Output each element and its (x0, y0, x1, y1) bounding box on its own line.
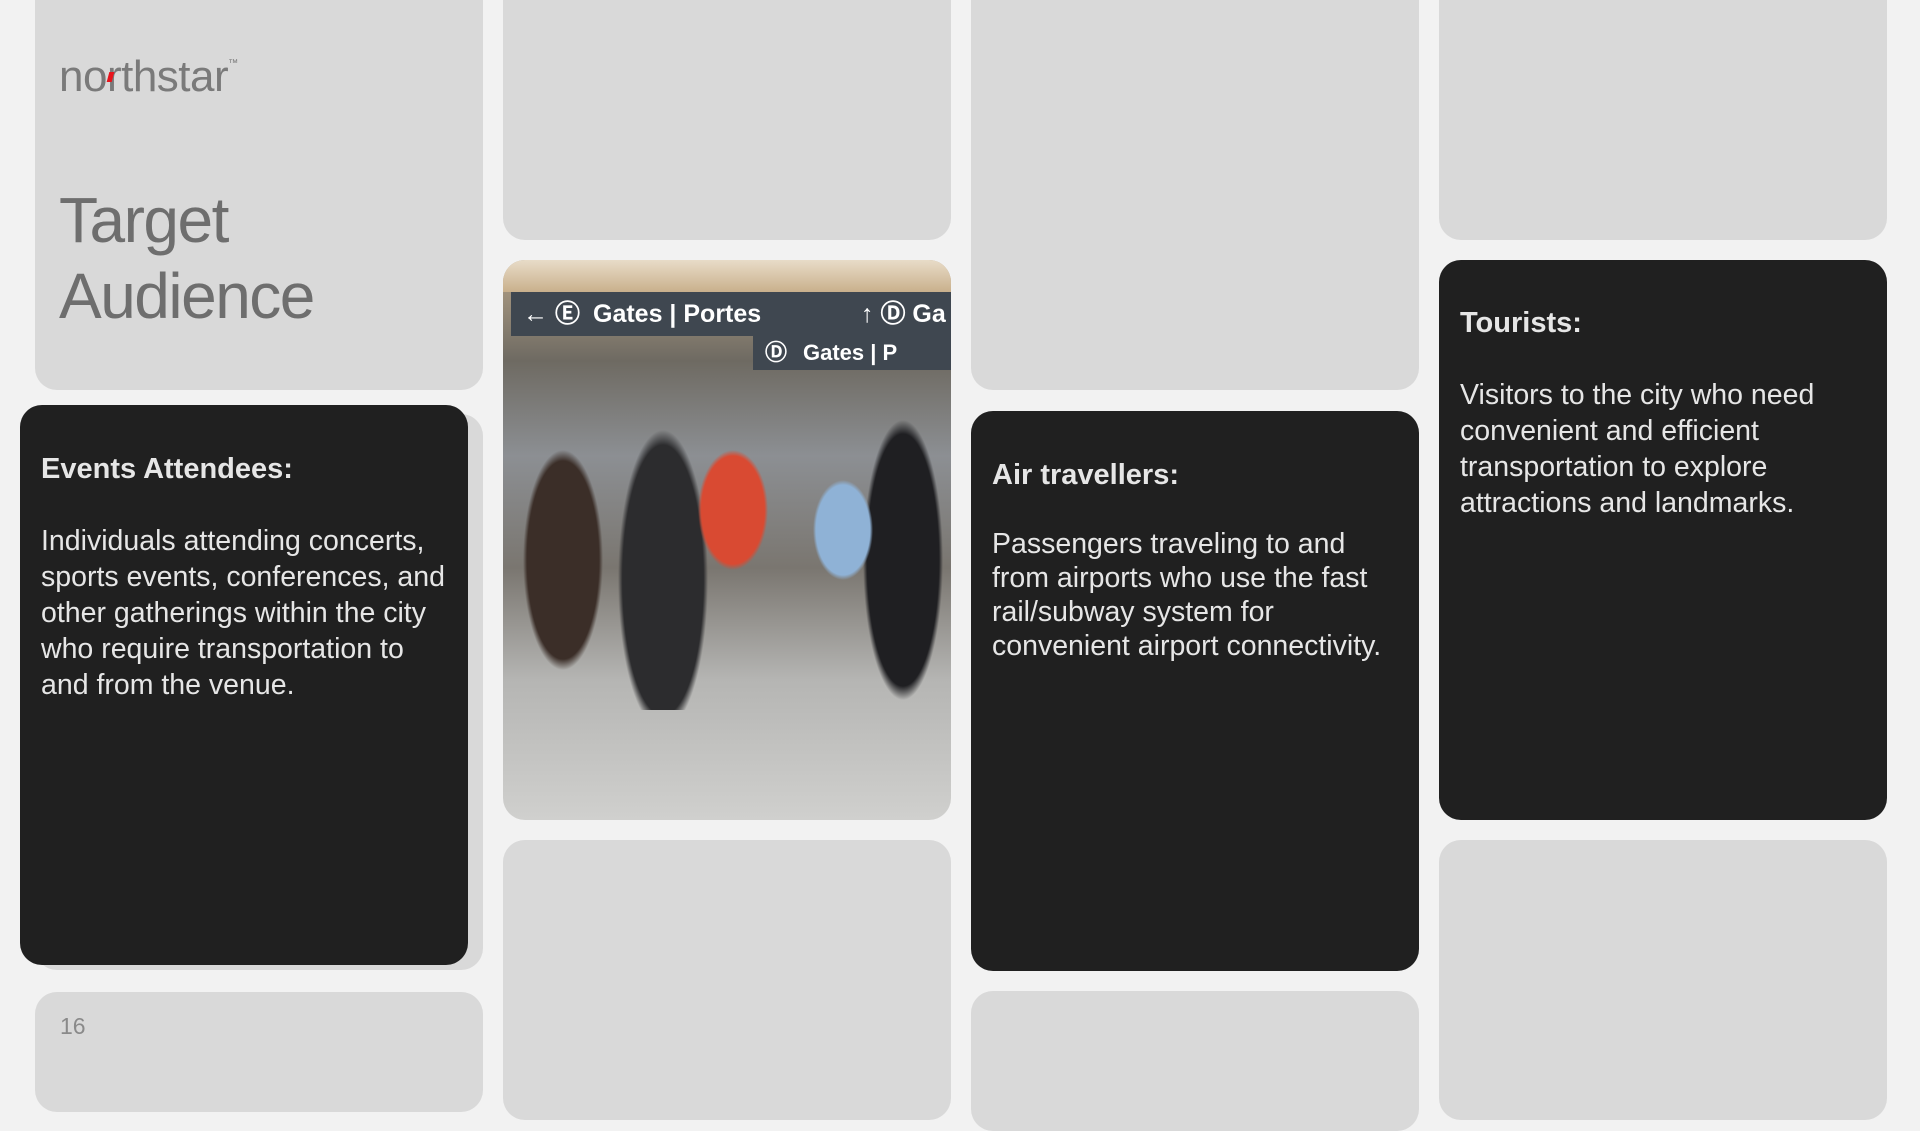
placeholder-card (971, 991, 1419, 1131)
audience-card-tourists: Tourists: Visitors to the city who need … (1439, 260, 1887, 820)
photo-sign: ← Ⓔ Gates | Portes ↑ Ⓓ Ga (511, 292, 951, 336)
placeholder-card (1439, 840, 1887, 1120)
audience-heading: Events Attendees: (41, 453, 293, 485)
audience-heading: Tourists: (1460, 307, 1582, 339)
page-number-card (35, 992, 483, 1112)
audience-description: Passengers traveling to and from airport… (992, 528, 1382, 662)
audience-heading: Air travellers: (992, 459, 1179, 491)
audience-card-air: Air travellers: Passengers traveling to … (971, 411, 1419, 971)
airport-photo: ← Ⓔ Gates | Portes ↑ Ⓓ Ga Ⓓ Gates | P (503, 260, 951, 820)
northstar-logo: northstar™ (59, 52, 238, 101)
audience-description: Individuals attending concerts, sports e… (41, 525, 445, 701)
photo-sign-secondary: Ⓓ Gates | P (753, 336, 951, 370)
placeholder-card (971, 0, 1419, 390)
placeholder-card (1439, 0, 1887, 240)
audience-card-events: Events Attendees: Individuals attending … (20, 405, 468, 965)
placeholder-card (503, 840, 951, 1120)
placeholder-card (503, 0, 951, 240)
audience-description: Visitors to the city who need convenient… (1460, 379, 1815, 519)
page-number: 16 (60, 1013, 86, 1039)
page-title: Target Audience (59, 184, 315, 332)
